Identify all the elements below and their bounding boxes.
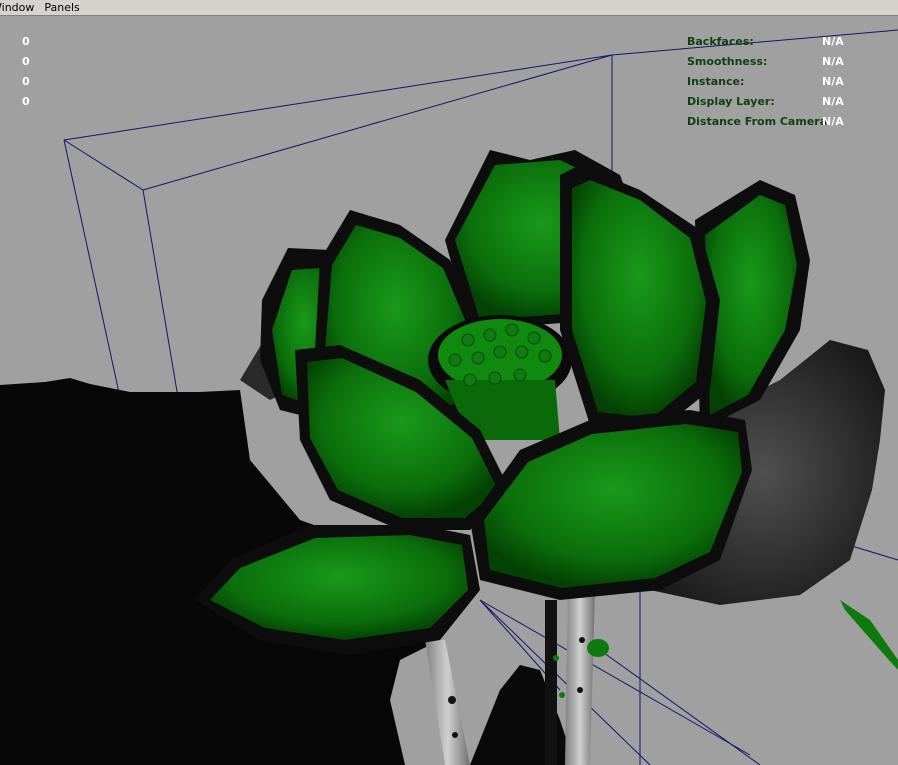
hud-row-instance: Instance: N/A (687, 75, 887, 95)
hud-value: N/A (822, 115, 844, 128)
menu-bar: Window Panels (0, 0, 898, 16)
leaf-tip-right (840, 600, 898, 670)
hud-row-backfaces: Backfaces: N/A (687, 35, 887, 55)
stem-center (565, 590, 595, 765)
hud-value: N/A (822, 35, 844, 48)
bud-small (587, 639, 609, 657)
hud-value: N/A (822, 55, 844, 68)
hud-row-distance-from-camera: Distance From Camera: N/A (687, 115, 887, 135)
hud-value: N/A (822, 75, 844, 88)
hud-row-display-layer: Display Layer: N/A (687, 95, 887, 115)
hud-left-counts: 0 0 0 0 (22, 35, 30, 115)
hud-label: Smoothness: (687, 55, 768, 68)
stem-left (425, 640, 470, 765)
hud-label: Backfaces: (687, 35, 754, 48)
hud-object-details: Backfaces: N/A Smoothness: N/A Instance:… (687, 35, 887, 135)
stem-dark (545, 600, 557, 765)
3d-viewport[interactable]: 0 0 0 0 Backfaces: N/A Smoothness: N/A I… (0, 16, 898, 765)
hud-label: Instance: (687, 75, 745, 88)
hud-row-smoothness: Smoothness: N/A (687, 55, 887, 75)
hud-count-value: 0 (22, 35, 30, 48)
hud-label: Display Layer: (687, 95, 775, 108)
menu-window[interactable]: Window (0, 0, 39, 15)
hud-value: N/A (822, 95, 844, 108)
lily-pad-bottom (470, 665, 575, 765)
hud-label: Distance From Camera: (687, 115, 832, 128)
menu-panels[interactable]: Panels (39, 0, 84, 15)
hud-count-value: 0 (22, 55, 30, 68)
hud-count-value: 0 (22, 75, 30, 88)
hud-count-value: 0 (22, 95, 30, 108)
petal-center-right (572, 180, 706, 418)
